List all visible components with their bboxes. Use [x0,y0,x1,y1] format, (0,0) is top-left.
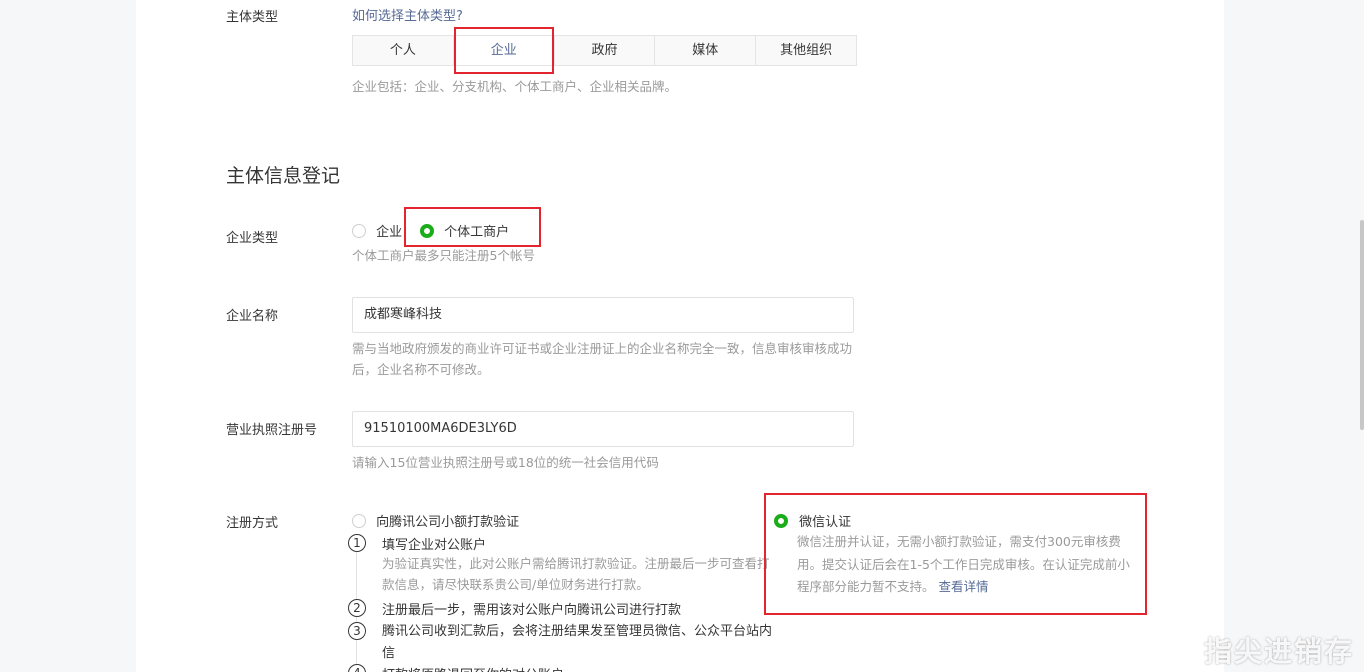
enterprise-name-input[interactable]: 成都寒峰科技 [352,297,854,333]
form-panel: 主体类型 如何选择主体类型? 个人 企业 政府 媒体 其他组织 企业包括：企业、… [136,0,1224,672]
step-text-4: 打款将原路退回至你的对公账户 [382,664,564,672]
subject-type-option-personal[interactable]: 个人 [353,36,454,65]
subject-type-option-media[interactable]: 媒体 [655,36,757,65]
wechat-details-link[interactable]: 查看详情 [939,579,989,594]
subject-type-option-other[interactable]: 其他组织 [756,36,856,65]
radio-unchecked-icon [352,513,366,528]
license-input[interactable]: 91510100MA6DE3LY6D [352,411,854,447]
step-text-2: 注册最后一步，需用该对公账户向腾讯公司进行打款 [382,603,682,618]
section-title: 主体信息登记 [226,165,341,187]
registration-label: 注册方式 [226,516,279,531]
scrollbar-thumb[interactable] [1360,220,1364,430]
registration-radio-wechat[interactable]: 微信认证 [774,511,851,530]
step-number-1: 1 [348,534,366,552]
enterprise-type-radio-individual[interactable]: 个体工商户 [420,221,509,240]
enterprise-name-hint: 需与当地政府颁发的商业许可证书或企业注册证上的企业名称完全一致，信息审核审核成功… [352,341,853,377]
step-number-3: 3 [348,622,366,640]
step-connector-line [356,640,357,664]
subject-type-help-link[interactable]: 如何选择主体类型? [352,5,463,24]
step-number-2: 2 [348,599,366,617]
subject-type-hint: 企业包括：企业、分支机构、个体工商户、企业相关品牌。 [352,79,678,94]
enterprise-type-option-label: 企业 [376,225,403,240]
subject-type-option-government[interactable]: 政府 [554,36,656,65]
enterprise-type-hint: 个体工商户最多只能注册5个帐号 [352,248,535,263]
license-label: 营业执照注册号 [226,423,318,438]
subject-type-label: 主体类型 [226,10,279,25]
step-number-4: 4 [348,664,366,672]
registration-radio-transfer[interactable]: 向腾讯公司小额打款验证 [352,511,519,530]
enterprise-type-option-label: 个体工商户 [444,225,510,240]
step-hint-1: 为验证真实性，此对公账户需给腾讯打款验证。注册最后一步可查看打款信息，请尽快联系… [382,556,770,592]
registration-wechat-title: 微信认证 [799,515,852,530]
registration-transfer-title: 向腾讯公司小额打款验证 [376,515,520,530]
step-text-3: 腾讯公司收到汇款后，会将注册结果发至管理员微信、公众平台站内信 [382,624,773,661]
registration-wechat-desc: 微信注册并认证，无需小额打款验证，需支付300元审核费用。提交认证后会在1-5个… [797,531,1135,599]
license-hint: 请输入15位营业执照注册号或18位的统一社会信用代码 [352,455,659,470]
enterprise-type-label: 企业类型 [226,231,279,246]
subject-type-option-enterprise[interactable]: 企业 [453,36,555,65]
enterprise-type-radio-enterprise[interactable]: 企业 [352,221,402,240]
radio-unchecked-icon [352,223,366,238]
step-text-1: 填写企业对公账户 [382,538,487,553]
enterprise-name-label: 企业名称 [226,309,279,324]
watermark-text: 指尖进销存 [1203,635,1354,668]
radio-checked-icon [774,513,788,528]
step-connector-line [356,552,357,602]
radio-checked-icon [420,223,434,238]
subject-type-selector: 个人 企业 政府 媒体 其他组织 [352,35,857,66]
